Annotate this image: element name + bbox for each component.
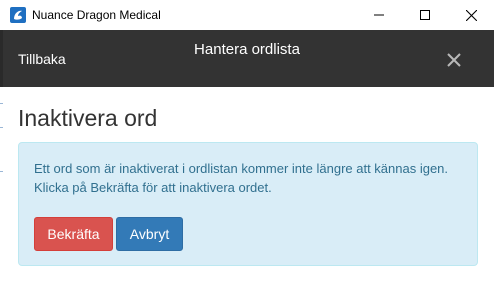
window-title: Nuance Dragon Medical [32,8,161,22]
close-icon [447,53,461,67]
minimize-button[interactable] [356,0,402,30]
edge-mark [0,103,3,104]
header-title: Hantera ordlista [194,41,300,58]
info-alert: Ett ord som är inaktiverat i ordlistan k… [18,142,478,266]
header-close-button[interactable] [445,51,463,69]
dragon-app-icon [10,7,26,23]
edge-mark [0,171,3,172]
page-title: Inaktivera ord [18,105,158,131]
alert-message: Ett ord som är inaktiverat i ordlistan k… [34,161,449,195]
maximize-button[interactable] [402,0,448,30]
close-window-button[interactable] [448,0,494,30]
app-window: Nuance Dragon Medical Tillbaka Hantera o… [0,0,494,285]
close-icon [465,9,477,21]
window-titlebar[interactable]: Nuance Dragon Medical [0,0,494,30]
edge-mark [0,127,3,128]
minimize-icon [374,10,384,20]
maximize-icon [420,10,430,20]
dialog-header: Tillbaka Hantera ordlista [0,30,494,87]
confirm-button[interactable]: Bekräfta [34,217,113,251]
cancel-button[interactable]: Avbryt [116,217,183,251]
